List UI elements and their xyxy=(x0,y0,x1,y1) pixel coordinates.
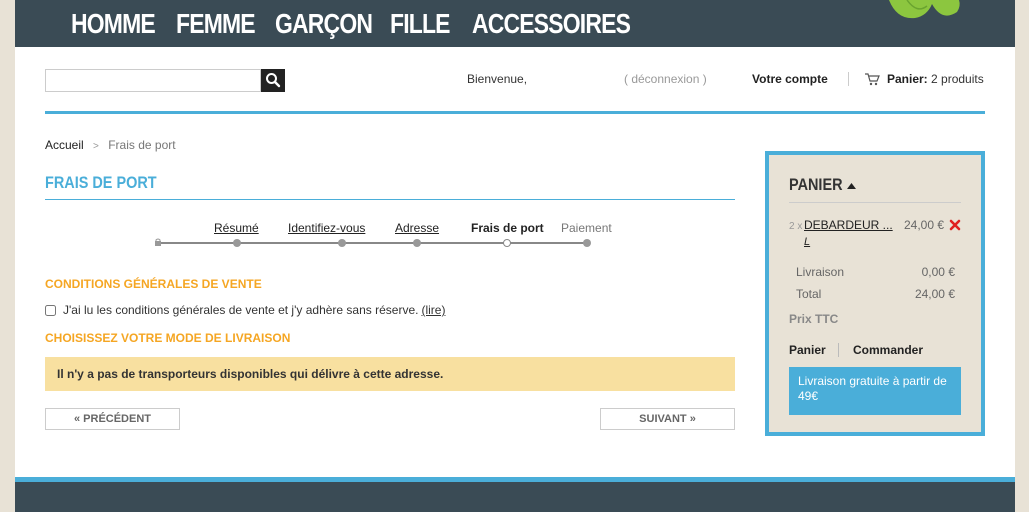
step-dot-identifiez-vous xyxy=(233,239,241,247)
step-dot-adresse xyxy=(338,239,346,247)
cart-item-name[interactable]: DEBARDEUR ... xyxy=(804,218,893,232)
cart-label: Panier: xyxy=(887,72,928,86)
page-title: FRAIS DE PORT xyxy=(45,173,157,192)
top-navigation: HOMME FEMME GARÇON FILLE ACCESSOIRES xyxy=(15,0,1015,47)
cart-item-attribute: L xyxy=(804,236,811,248)
sidebar-cart: PANIER 2 x DEBARDEUR ... L 24,00 € Livra… xyxy=(765,151,985,436)
step-dot-paiement xyxy=(583,239,591,247)
lock-icon xyxy=(155,238,161,246)
step-paiement: Paiement xyxy=(561,221,612,235)
step-adresse[interactable]: Adresse xyxy=(395,221,439,235)
next-button[interactable]: SUIVANT » xyxy=(600,408,735,430)
terms-text: J'ai lu les conditions générales de vent… xyxy=(63,303,419,317)
title-underline xyxy=(45,199,735,200)
cart-total-value: 24,00 € xyxy=(914,287,955,301)
cart-order-link[interactable]: Commander xyxy=(853,343,923,357)
alert-message: Il n'y a pas de transporteurs disponible… xyxy=(57,367,444,381)
step-resume[interactable]: Résumé xyxy=(214,221,259,235)
search-icon xyxy=(266,73,281,88)
search-input[interactable] xyxy=(45,69,261,92)
account-link[interactable]: Votre compte xyxy=(752,72,828,86)
delete-x-icon[interactable] xyxy=(949,219,961,231)
footer xyxy=(15,477,1015,512)
logout-link[interactable]: ( déconnexion ) xyxy=(624,72,707,86)
cart-tax-note: Prix TTC xyxy=(789,312,839,326)
caret-up-icon[interactable] xyxy=(847,183,856,189)
cart-title[interactable]: PANIER xyxy=(789,175,843,195)
cart-divider xyxy=(789,202,961,203)
nav-item-garcon[interactable]: GARÇON xyxy=(275,8,373,40)
cart-item-price: 24,00 € xyxy=(904,218,945,232)
breadcrumb-current: Frais de port xyxy=(108,138,176,152)
nav-item-homme[interactable]: HOMME xyxy=(71,8,156,40)
header-divider-line xyxy=(45,111,985,114)
terms-read-link[interactable]: (lire) xyxy=(421,303,445,317)
step-frais-de-port: Frais de port xyxy=(471,221,544,235)
cart-view-link[interactable]: Panier xyxy=(789,343,826,357)
previous-button[interactable]: « PRÉCÉDENT xyxy=(45,408,180,430)
nav-item-femme[interactable]: FEMME xyxy=(176,8,256,40)
cart-item-qty: 2 x xyxy=(789,221,803,232)
leaf-logo xyxy=(889,0,960,19)
cart-shipping-label: Livraison xyxy=(796,265,845,279)
free-shipping-banner: Livraison gratuite à partir de 49€ xyxy=(789,367,961,415)
delivery-title: CHOISISSEZ VOTRE MODE DE LIVRAISON xyxy=(45,331,291,345)
search-button[interactable] xyxy=(261,69,285,92)
breadcrumb-home[interactable]: Accueil xyxy=(45,138,84,152)
step-dot-adresse-end xyxy=(413,239,421,247)
terms-row: J'ai lu les conditions générales de vent… xyxy=(45,303,445,317)
cart-links-divider xyxy=(838,343,839,357)
main-content: Bienvenue, ( déconnexion ) Votre compte … xyxy=(15,47,1015,477)
cart-total-label: Total xyxy=(796,287,822,301)
terms-checkbox[interactable] xyxy=(45,304,56,316)
header-divider xyxy=(848,72,849,86)
progress-line xyxy=(159,242,589,244)
no-carrier-alert: Il n'y a pas de transporteurs disponible… xyxy=(45,357,735,391)
step-dot-frais-de-port xyxy=(503,239,511,247)
step-identifiez-vous[interactable]: Identifiez-vous xyxy=(288,221,365,235)
header-cart-link[interactable]: Panier: 2 produits xyxy=(887,72,984,86)
welcome-text: Bienvenue, xyxy=(467,72,528,86)
nav-item-accessoires[interactable]: ACCESSOIRES xyxy=(472,8,631,40)
conditions-title: CONDITIONS GÉNÉRALES DE VENTE xyxy=(45,277,262,291)
nav-item-fille[interactable]: FILLE xyxy=(390,8,450,40)
cart-shipping-value: 0,00 € xyxy=(921,265,955,279)
cart-count: 2 produits xyxy=(931,72,984,86)
breadcrumb-separator: > xyxy=(93,141,99,152)
cart-icon xyxy=(865,73,880,86)
breadcrumb: Accueil > Frais de port xyxy=(45,138,176,152)
